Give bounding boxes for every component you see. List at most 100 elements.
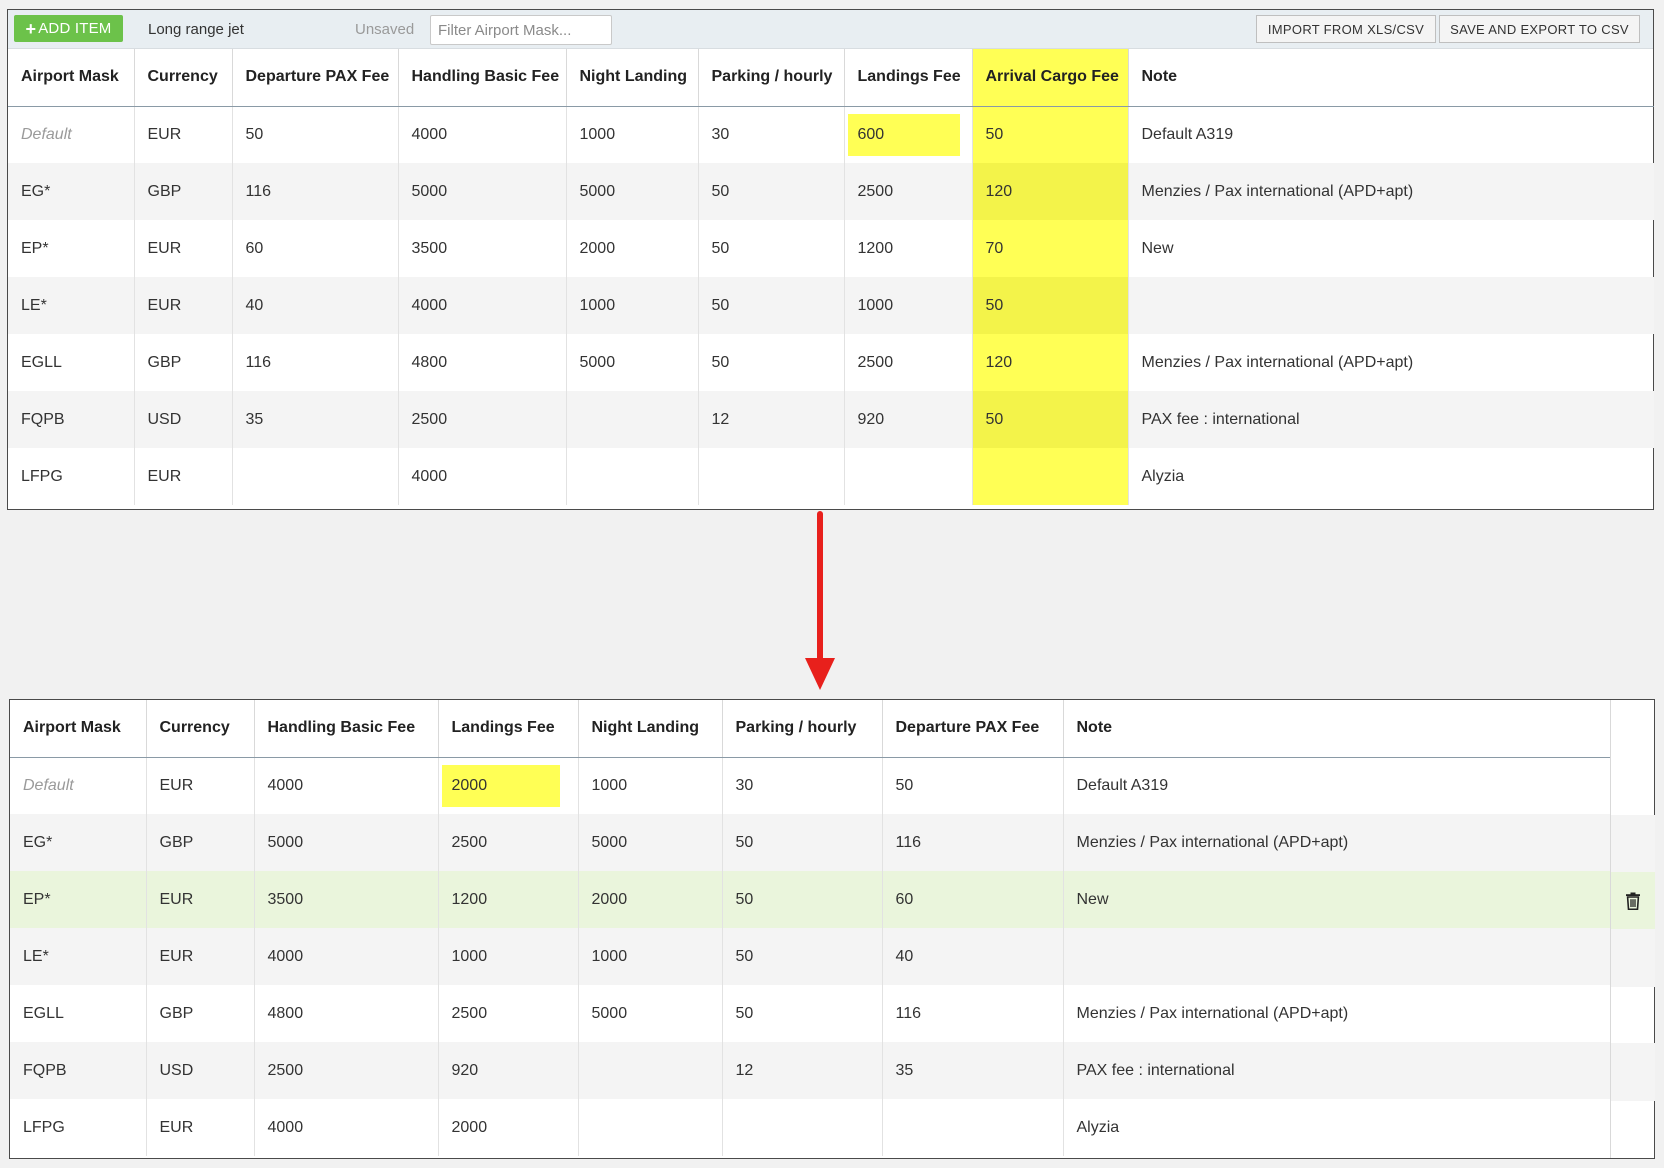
column-header[interactable]: Night Landing: [565, 49, 698, 107]
table-cell[interactable]: 4000: [397, 106, 566, 163]
table-cell[interactable]: EP*: [8, 220, 134, 277]
column-header-highlighted[interactable]: Arrival Cargo Fee: [971, 49, 1128, 107]
table-cell[interactable]: 4000: [253, 757, 438, 814]
column-header[interactable]: Handling Basic Fee: [397, 49, 566, 107]
column-header[interactable]: Currency: [145, 700, 254, 758]
table-cell[interactable]: 920: [437, 1042, 578, 1099]
table-row[interactable]: EGLL GBP 116 4800 5000 50 2500 120 Menzi…: [8, 334, 1654, 391]
table-cell[interactable]: 1000: [437, 928, 578, 985]
table-cell[interactable]: [721, 1099, 882, 1156]
table-cell[interactable]: EUR: [133, 448, 232, 505]
table-cell[interactable]: [577, 1042, 722, 1099]
table-cell[interactable]: FQPB: [8, 391, 134, 448]
table-cell[interactable]: [231, 448, 398, 505]
table-row[interactable]: LE* EUR 4000 1000 1000 50 40: [10, 928, 1610, 985]
table-cell[interactable]: 2000: [437, 1099, 578, 1156]
table-cell[interactable]: 50: [721, 871, 882, 928]
table-cell[interactable]: EP*: [10, 871, 146, 928]
table-cell[interactable]: PAX fee : international: [1127, 391, 1654, 448]
table-cell[interactable]: 50: [697, 334, 844, 391]
table-cell[interactable]: [881, 1099, 1063, 1156]
table-cell[interactable]: 5000: [565, 163, 698, 220]
table-cell[interactable]: 50: [697, 220, 844, 277]
table-cell[interactable]: 50: [971, 391, 1128, 448]
table-cell[interactable]: 40: [881, 928, 1063, 985]
table-cell[interactable]: 50: [697, 277, 844, 334]
table-cell[interactable]: Menzies / Pax international (APD+apt): [1127, 334, 1654, 391]
table-cell[interactable]: [843, 448, 972, 505]
table-cell[interactable]: 1200: [843, 220, 972, 277]
table-cell[interactable]: 920: [843, 391, 972, 448]
table-cell[interactable]: 4800: [397, 334, 566, 391]
table-cell[interactable]: 4800: [253, 985, 438, 1042]
table-cell[interactable]: 70: [971, 220, 1128, 277]
table-cell[interactable]: 5000: [577, 814, 722, 871]
table-cell[interactable]: 116: [881, 985, 1063, 1042]
table-cell[interactable]: 2500: [843, 163, 972, 220]
table-cell[interactable]: GBP: [145, 814, 254, 871]
table-cell[interactable]: Alyzia: [1062, 1099, 1610, 1156]
table-cell[interactable]: LFPG: [8, 448, 134, 505]
column-header[interactable]: Landings Fee: [437, 700, 578, 758]
table-cell[interactable]: 2500: [843, 334, 972, 391]
table-cell[interactable]: Default A319: [1127, 106, 1654, 163]
table-cell[interactable]: GBP: [145, 985, 254, 1042]
table-cell[interactable]: 1000: [577, 928, 722, 985]
table-cell[interactable]: 12: [721, 1042, 882, 1099]
table-cell[interactable]: Menzies / Pax international (APD+apt): [1127, 163, 1654, 220]
table-row[interactable]: Default EUR 4000 2000 1000 30 50 Default…: [10, 757, 1610, 814]
table-cell[interactable]: EUR: [145, 757, 254, 814]
table-cell[interactable]: 2500: [437, 985, 578, 1042]
table-cell[interactable]: [1062, 928, 1610, 985]
column-header[interactable]: Parking / hourly: [721, 700, 882, 758]
table-cell[interactable]: 4000: [253, 1099, 438, 1156]
table-cell[interactable]: LE*: [10, 928, 146, 985]
import-button[interactable]: IMPORT FROM XLS/CSV: [1256, 15, 1436, 43]
table-cell[interactable]: 4000: [397, 277, 566, 334]
table-row[interactable]: LFPG EUR 4000 Alyzia: [8, 448, 1654, 505]
table-cell[interactable]: [697, 448, 844, 505]
table-cell[interactable]: USD: [145, 1042, 254, 1099]
table-cell[interactable]: 5000: [565, 334, 698, 391]
table-cell[interactable]: 5000: [253, 814, 438, 871]
table-cell[interactable]: 2000: [437, 757, 578, 814]
table-row[interactable]: EP* EUR 60 3500 2000 50 1200 70 New: [8, 220, 1654, 277]
table-cell[interactable]: Default: [8, 106, 134, 163]
column-header[interactable]: Landings Fee: [843, 49, 972, 107]
table-row-selected[interactable]: EP* EUR 3500 1200 2000 50 60 New: [10, 871, 1610, 928]
table-cell[interactable]: 2500: [253, 1042, 438, 1099]
table-cell[interactable]: 120: [971, 163, 1128, 220]
save-export-button[interactable]: SAVE AND EXPORT TO CSV: [1439, 15, 1640, 43]
table-row[interactable]: LE* EUR 40 4000 1000 50 1000 50: [8, 277, 1654, 334]
table-cell[interactable]: GBP: [133, 334, 232, 391]
table-cell[interactable]: EG*: [8, 163, 134, 220]
column-header[interactable]: Currency: [133, 49, 232, 107]
table-cell[interactable]: 50: [881, 757, 1063, 814]
table-cell[interactable]: EUR: [133, 220, 232, 277]
table-cell[interactable]: 50: [971, 106, 1128, 163]
table-row[interactable]: EGLL GBP 4800 2500 5000 50 116 Menzies /…: [10, 985, 1610, 1042]
table-cell[interactable]: 600: [843, 106, 972, 163]
table-cell[interactable]: GBP: [133, 163, 232, 220]
table-cell[interactable]: 35: [231, 391, 398, 448]
table-cell[interactable]: 2000: [577, 871, 722, 928]
table-cell[interactable]: PAX fee : international: [1062, 1042, 1610, 1099]
table-cell[interactable]: EUR: [133, 106, 232, 163]
table-cell[interactable]: [971, 448, 1128, 505]
add-item-button[interactable]: + ADD ITEM: [14, 15, 123, 42]
table-cell[interactable]: EUR: [133, 277, 232, 334]
table-cell[interactable]: EUR: [145, 871, 254, 928]
table-cell[interactable]: 1200: [437, 871, 578, 928]
table-cell[interactable]: 116: [231, 334, 398, 391]
table-cell[interactable]: 12: [697, 391, 844, 448]
table-cell[interactable]: EGLL: [10, 985, 146, 1042]
table-cell[interactable]: 50: [971, 277, 1128, 334]
column-header[interactable]: Note: [1127, 49, 1654, 107]
table-cell[interactable]: 3500: [253, 871, 438, 928]
column-header[interactable]: Departure PAX Fee: [231, 49, 398, 107]
table-cell[interactable]: [565, 448, 698, 505]
table-cell[interactable]: 40: [231, 277, 398, 334]
table-cell[interactable]: 35: [881, 1042, 1063, 1099]
table-cell[interactable]: 1000: [577, 757, 722, 814]
table-cell[interactable]: 50: [721, 814, 882, 871]
